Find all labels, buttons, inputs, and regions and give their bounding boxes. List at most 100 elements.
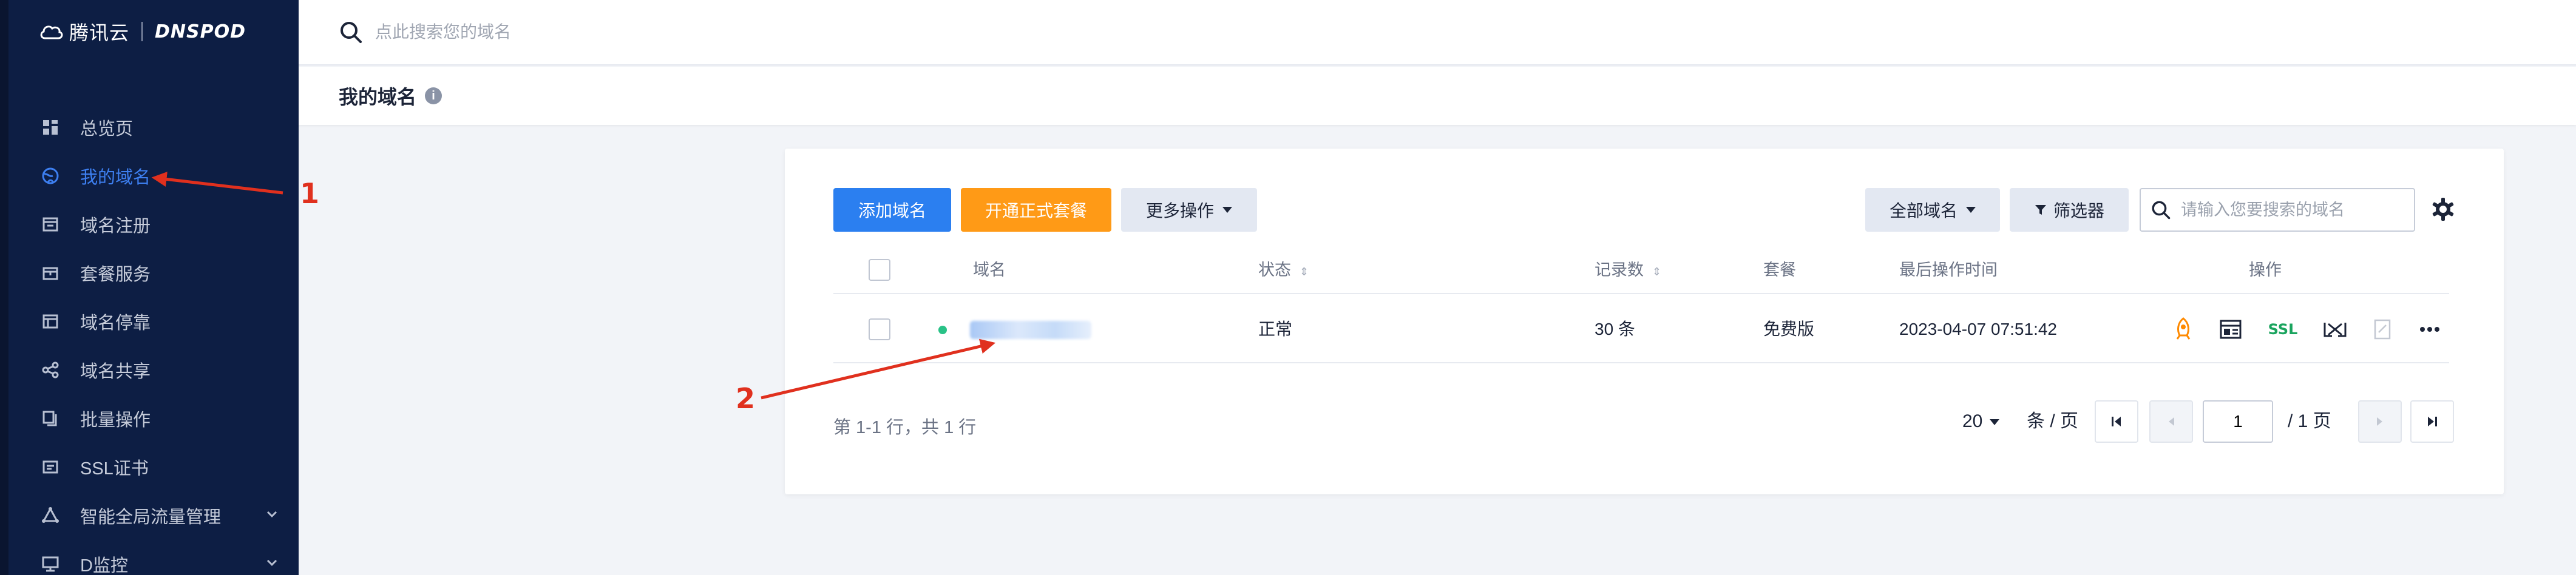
top-search-bar [299, 0, 2576, 66]
add-domain-button[interactable]: 添加域名 [833, 188, 951, 232]
cloud-logo-icon [40, 25, 63, 39]
domain-list-card: 添加域名 开通正式套餐 更多操作 全部域名 筛选器 域名 状态 ⇕ 记录数 ⇕ 套餐… [785, 149, 2504, 494]
more-dots-icon[interactable] [2415, 315, 2444, 344]
caret-down-icon [1990, 419, 2000, 426]
domain-search-box[interactable] [2140, 188, 2415, 232]
sidebar-item-overview[interactable]: 总览页 [17, 103, 307, 152]
global-search-input[interactable] [375, 22, 861, 42]
next-page-button[interactable] [2358, 400, 2402, 443]
sidebar-item-share[interactable]: 域名共享 [17, 346, 307, 394]
package-icon [41, 264, 59, 282]
sidebar-item-label: 域名注册 [80, 217, 151, 236]
header-status-label: 状态 [1258, 261, 1291, 279]
sidebar-item-registration[interactable]: 域名注册 [17, 200, 307, 249]
row-checkbox[interactable] [869, 318, 890, 340]
parking-icon [41, 312, 59, 331]
last-page-button[interactable] [2410, 400, 2454, 443]
page-size-value: 20 [1962, 411, 1983, 431]
sidebar-item-traffic[interactable]: 智能全局流量管理 [17, 491, 307, 540]
chevron-down-icon [266, 506, 278, 523]
sidebar-item-ssl[interactable]: SSL证书 [17, 443, 307, 491]
sidebar: 腾讯云 DNSPOD 总览页 我的域名 域名注册 套餐服务 域名停靠 域名共享 [0, 0, 299, 575]
first-page-button[interactable] [2095, 400, 2138, 443]
header-status[interactable]: 状态 ⇕ [1258, 246, 1309, 294]
sidebar-item-parking[interactable]: 域名停靠 [17, 297, 307, 346]
search-icon[interactable] [339, 20, 363, 44]
certificate-icon [41, 458, 59, 476]
document-icon[interactable] [2368, 315, 2397, 344]
sidebar-item-label: 总览页 [80, 119, 134, 139]
records-value: 30 条 [1595, 320, 1635, 338]
globe-icon [41, 167, 59, 185]
info-icon[interactable]: i [425, 87, 442, 104]
logo-name: 腾讯云 [69, 22, 130, 44]
status-dot [938, 326, 947, 334]
traffic-icon [41, 506, 59, 525]
next-page-icon [2377, 417, 2382, 426]
sidebar-item-label: D监控 [80, 556, 128, 575]
sidebar-item-label: 域名停靠 [80, 314, 151, 333]
total-pages-label: / 1 页 [2288, 411, 2331, 431]
header-actions: 操作 [2249, 261, 2282, 279]
caret-down-icon [1966, 207, 1976, 213]
per-page-label: 条 / 页 [2027, 411, 2079, 431]
all-domains-dropdown[interactable]: 全部域名 [1865, 188, 2000, 232]
logo[interactable]: 腾讯云 DNSPOD [39, 21, 246, 44]
dashboard-panel-icon[interactable] [2216, 315, 2245, 344]
header-plan: 套餐 [1763, 261, 1796, 279]
share-icon [41, 361, 59, 379]
prev-page-button[interactable] [2149, 400, 2193, 443]
sidebar-item-label: SSL证书 [80, 459, 149, 479]
sidebar-item-monitor[interactable]: D监控 [17, 540, 307, 575]
registration-icon [41, 215, 59, 234]
all-domains-label: 全部域名 [1889, 201, 1957, 220]
annotation-number-2: 2 [736, 382, 756, 415]
sidebar-item-label: 批量操作 [80, 411, 151, 430]
link-chain-icon[interactable] [2320, 315, 2350, 344]
last-page-icon [2428, 417, 2437, 426]
first-page-icon [2112, 417, 2121, 426]
sidebar-nav: 总览页 我的域名 域名注册 套餐服务 域名停靠 域名共享 批量操作 SSL证书 [17, 103, 307, 575]
header-records[interactable]: 记录数 ⇕ [1595, 246, 1661, 294]
domain-search-input[interactable] [2181, 200, 2399, 220]
monitor-icon [41, 555, 59, 573]
status-value: 正常 [1258, 320, 1293, 338]
sidebar-item-package[interactable]: 套餐服务 [17, 249, 307, 297]
select-all-checkbox[interactable] [869, 259, 890, 281]
page-size-select[interactable]: 20 [1962, 400, 2000, 443]
table-row: 正常 30 条 免费版 2023-04-07 07:51:42 SSL [833, 295, 2449, 363]
filter-icon [2035, 205, 2046, 215]
page-title: 我的域名 [339, 86, 417, 108]
search-icon [2152, 201, 2171, 220]
sidebar-item-my-domains[interactable]: 我的域名 [17, 152, 307, 200]
sidebar-item-label: 我的域名 [80, 168, 151, 187]
header-domain: 域名 [973, 261, 1006, 279]
sidebar-item-label: 域名共享 [80, 362, 151, 382]
more-actions-label: 更多操作 [1145, 201, 1214, 220]
page-number-input[interactable] [2203, 400, 2273, 443]
sort-icon: ⇕ [1652, 266, 1662, 278]
row-actions: SSL [2169, 295, 2462, 363]
prev-page-icon [2169, 417, 2174, 426]
open-plan-button[interactable]: 开通正式套餐 [961, 188, 1111, 232]
gear-icon[interactable] [2430, 196, 2456, 223]
sidebar-item-label: 套餐服务 [80, 265, 151, 284]
filter-label: 筛选器 [2053, 201, 2104, 220]
logo-brand: DNSPOD [155, 21, 246, 42]
plan-value: 免费版 [1763, 320, 1815, 338]
filter-button[interactable]: 筛选器 [2010, 188, 2129, 232]
ssl-icon[interactable]: SSL [2263, 315, 2302, 344]
sidebar-item-label: 智能全局流量管理 [80, 508, 222, 527]
table-header: 域名 状态 ⇕ 记录数 ⇕ 套餐 最后操作时间 操作 [833, 246, 2449, 294]
logo-divider [141, 22, 143, 41]
last-operation-value: 2023-04-07 07:51:42 [1899, 320, 2057, 338]
chevron-down-icon [266, 554, 278, 571]
domain-name-link[interactable] [970, 321, 1091, 339]
caret-down-icon [1222, 207, 1232, 213]
header-records-label: 记录数 [1595, 261, 1644, 279]
sidebar-item-batch[interactable]: 批量操作 [17, 394, 307, 443]
rocket-icon[interactable] [2169, 315, 2198, 344]
sort-icon: ⇕ [1300, 266, 1309, 278]
more-actions-button[interactable]: 更多操作 [1121, 188, 1257, 232]
header-last-operation: 最后操作时间 [1899, 261, 1998, 279]
